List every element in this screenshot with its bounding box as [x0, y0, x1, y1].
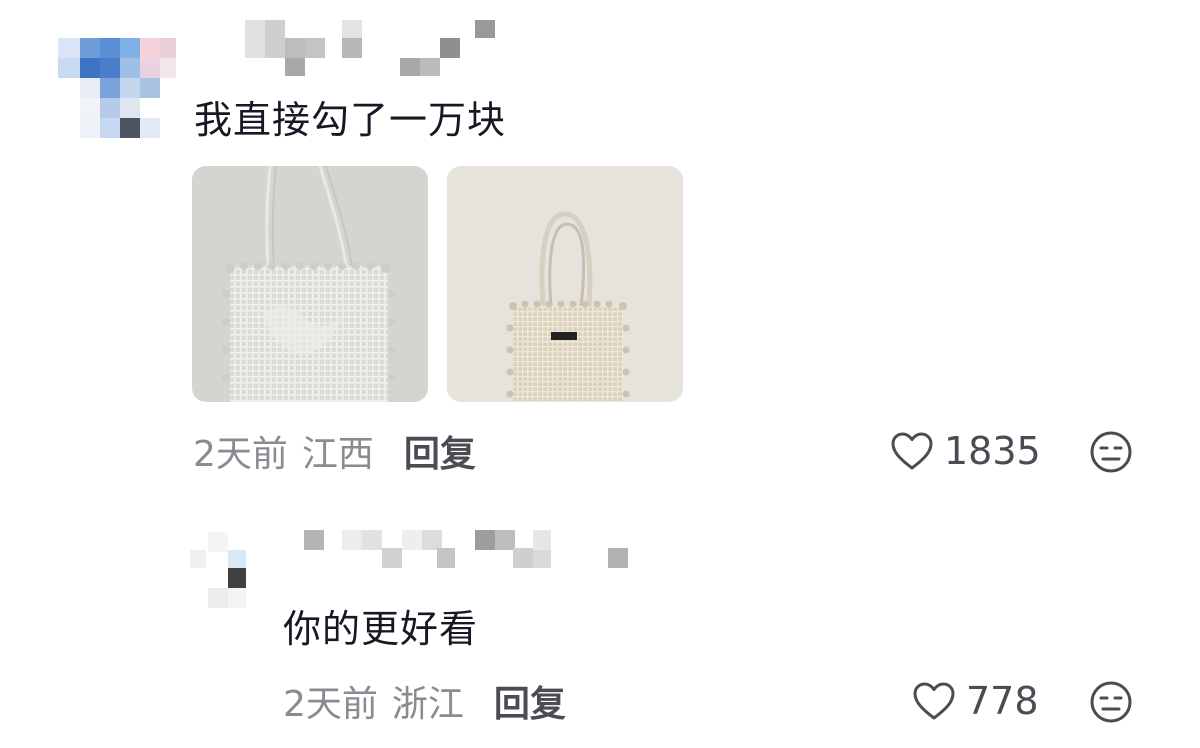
comment-text: 你的更好看 — [283, 607, 479, 651]
avatar[interactable] — [188, 530, 268, 610]
comment-meta: 2天前 浙江 回复 — [283, 676, 566, 726]
comment-time: 2天前 — [283, 684, 378, 725]
crochet-bag-image — [192, 166, 428, 402]
username[interactable] — [245, 18, 505, 78]
neutral-face-icon[interactable] — [1089, 430, 1133, 474]
heart-outline-icon — [913, 682, 955, 720]
comment-meta: 2天前 江西 回复 — [193, 426, 476, 476]
comment-text: 我直接勾了一万块 — [194, 98, 507, 142]
crochet-bag-image — [447, 166, 683, 402]
reply-button[interactable]: 回复 — [494, 675, 566, 727]
heart-outline-icon — [891, 432, 933, 470]
like-count: 778 — [966, 679, 1039, 723]
reply-button[interactable]: 回复 — [404, 425, 476, 477]
username[interactable] — [300, 528, 640, 578]
avatar[interactable] — [50, 18, 180, 158]
comment-location: 江西 — [301, 434, 374, 475]
like-button[interactable]: 1835 — [890, 426, 1041, 476]
comment-location: 浙江 — [391, 684, 464, 725]
attached-image[interactable] — [447, 166, 683, 402]
like-count: 1835 — [944, 429, 1041, 473]
comment-thread: 我直接勾了一万块 2天前 江西 回复 1835 你的更好看 2天前 浙江 回复 … — [0, 0, 1200, 748]
like-button[interactable]: 778 — [912, 676, 1039, 726]
attached-image[interactable] — [192, 166, 428, 402]
neutral-face-icon[interactable] — [1089, 680, 1133, 724]
comment-time: 2天前 — [193, 434, 288, 475]
